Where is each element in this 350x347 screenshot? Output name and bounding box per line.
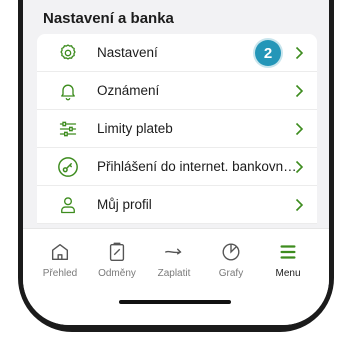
pay-arrow-icon: [165, 248, 182, 255]
user-icon: [53, 190, 83, 220]
key-icon: [53, 152, 83, 182]
menu-icon: [280, 245, 296, 259]
tab-charts[interactable]: Grafy: [202, 241, 260, 279]
chevron-right-icon: [295, 122, 304, 136]
rewards-icon: [109, 242, 125, 261]
chevron-right-icon: [295, 198, 304, 212]
menu-item-label: Oznámení: [97, 83, 160, 98]
menu-item-label: Přihlášení do internet. bankovn…: [97, 159, 297, 174]
tab-pay[interactable]: Zaplatit: [145, 241, 203, 279]
menu-item-payment-limits[interactable]: Limity plateb: [37, 110, 317, 148]
tab-label: Menu: [275, 268, 301, 279]
gear-icon: [53, 38, 83, 68]
settings-menu-list: Nastavení 2 Oznámení Limity plateb Přihl…: [37, 34, 317, 224]
tab-label: Přehled: [42, 268, 78, 279]
menu-item-my-profile[interactable]: Můj profil: [37, 186, 317, 224]
tab-label: Odměny: [98, 268, 136, 279]
menu-item-label: Limity plateb: [97, 121, 173, 136]
tab-label: Zaplatit: [157, 268, 191, 279]
chevron-right-icon: [295, 46, 304, 60]
menu-item-settings[interactable]: Nastavení 2: [37, 34, 317, 72]
sliders-icon: [53, 114, 83, 144]
tab-rewards[interactable]: Odměny: [88, 241, 146, 279]
section-title: Nastavení a banka: [43, 10, 174, 27]
tutorial-step-badge: 2: [255, 40, 281, 66]
home-icon: [51, 243, 69, 261]
menu-item-notifications[interactable]: Oznámení: [37, 72, 317, 110]
bell-icon: [53, 76, 83, 106]
menu-item-label: Nastavení: [97, 45, 158, 60]
menu-item-label: Můj profil: [97, 197, 152, 212]
chart-icon: [222, 243, 240, 261]
home-indicator: [119, 300, 231, 304]
app-screen: Nastavení a banka Nastavení 2 Oznámení L…: [23, 0, 329, 325]
tab-label: Grafy: [218, 268, 244, 279]
tab-overview[interactable]: Přehled: [31, 241, 89, 279]
chevron-right-icon: [295, 84, 304, 98]
menu-item-internet-banking-login[interactable]: Přihlášení do internet. bankovn…: [37, 148, 317, 186]
tab-menu[interactable]: Menu: [259, 241, 317, 279]
bottom-tab-bar: Přehled Odměny Zaplatit Grafy Menu: [23, 228, 329, 325]
chevron-right-icon: [295, 160, 304, 174]
